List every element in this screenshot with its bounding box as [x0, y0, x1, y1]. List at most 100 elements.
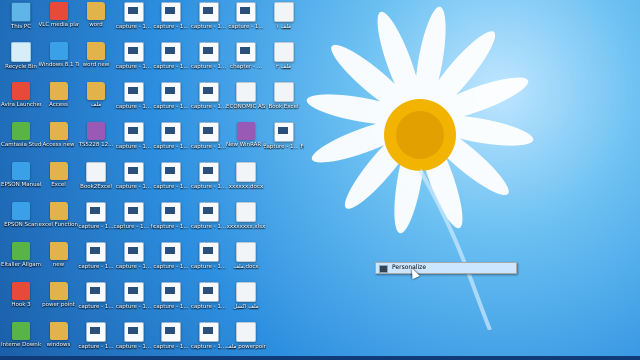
desktop-icon[interactable]: capture - 1... — [114, 242, 154, 270]
desktop-icon[interactable]: capture - 1... — [189, 322, 229, 350]
desktop-icon[interactable]: New WinRAR archive — [226, 122, 266, 148]
desktop-icon[interactable]: capture - 1... — [189, 2, 229, 30]
desktop-icon[interactable]: chapter - ... — [226, 42, 266, 70]
desktop-icon-label: capture - 1... — [153, 304, 189, 310]
desktop-icon-label: ملف ۲ — [275, 64, 292, 70]
desktop-icon[interactable]: Eltaller Allgameslate — [1, 242, 41, 268]
desktop-icon[interactable]: xxxxxx.docx — [226, 162, 266, 190]
desktop-icon[interactable]: Avira Launcher — [1, 82, 41, 108]
desktop-icon[interactable]: Windows 8.1 Tools — [39, 42, 79, 68]
desktop-icon[interactable]: TS5228 12... — [76, 122, 116, 148]
desktop-icon[interactable]: ملف ۲ — [264, 42, 304, 70]
desktop-icon[interactable]: power point — [39, 282, 79, 308]
video-file-icon — [198, 282, 219, 302]
desktop-icon[interactable]: capture - 1... — [114, 162, 154, 190]
desktop-icon[interactable]: new — [39, 242, 79, 268]
desktop-icon[interactable]: capture - 1... — [76, 202, 116, 230]
desktop-icon[interactable]: EPSON Manuals — [1, 162, 41, 188]
desktop-icon-label: capture - 1... — [115, 144, 152, 150]
desktop-icon-label: Access — [49, 102, 68, 108]
document-icon — [236, 82, 256, 102]
desktop-icon-label: power point — [42, 302, 75, 308]
desktop-icon[interactable]: Excel — [39, 162, 79, 188]
app-icon — [49, 42, 68, 60]
desktop-icon[interactable]: capture - 1... — [114, 282, 154, 310]
desktop-icon[interactable]: capture - 1... — [76, 322, 116, 350]
desktop-icon[interactable]: This PC — [1, 2, 41, 30]
computer-icon — [11, 2, 31, 22]
desktop[interactable]: This PC VLC media player word capture - 1..… — [0, 0, 640, 360]
desktop-icon[interactable]: capture - 1... — [151, 2, 191, 30]
desktop-icon[interactable]: capture - 1... Function — [264, 122, 304, 150]
video-file-icon — [86, 202, 106, 222]
desktop-icon-label: capture - 1... function — [113, 224, 154, 230]
desktop-icon[interactable]: Access new — [39, 122, 79, 148]
video-file-icon — [161, 282, 181, 302]
desktop-icon[interactable]: xxxxxxxx.xlsx — [226, 202, 266, 230]
desktop-icon[interactable]: Hook 3 — [1, 282, 41, 308]
desktop-icon[interactable]: Camtasia Studio 8 — [1, 122, 41, 148]
desktop-icon[interactable]: ملف powerpoint — [226, 322, 266, 350]
desktop-icon[interactable]: Book Excel — [264, 82, 304, 110]
menu-item-personalize[interactable]: Personalize — [376, 263, 516, 273]
desktop-icons: This PC VLC media player word capture - 1..… — [0, 0, 304, 356]
desktop-icon-label: capture - 1... — [115, 184, 152, 190]
desktop-icon[interactable]: Access — [39, 82, 79, 108]
video-file-icon — [198, 2, 219, 22]
desktop-icon[interactable]: ملف — [76, 82, 116, 108]
desktop-icon[interactable]: capture - 1... — [76, 242, 116, 270]
desktop-icon[interactable]: capture - 1... — [189, 202, 229, 230]
desktop-icon-label: Book Excel — [268, 104, 299, 110]
desktop-icon[interactable]: capture - 1... — [114, 42, 154, 70]
desktop-icon[interactable]: capture - 1... — [76, 282, 116, 310]
desktop-icon-label: capture - 1... — [78, 224, 114, 230]
app-icon — [87, 122, 105, 140]
desktop-icon[interactable]: capture - 1... — [226, 2, 266, 30]
desktop-icon[interactable]: capture - 1... — [151, 242, 191, 270]
desktop-icon[interactable]: ملف اکسل — [226, 282, 266, 310]
desktop-icon[interactable]: capture - 1... — [114, 82, 154, 110]
desktop-icon[interactable]: ملف ۱ — [264, 2, 304, 30]
app-icon — [237, 122, 255, 140]
desktop-icon[interactable]: capture - 1... — [189, 162, 229, 190]
app-icon — [12, 122, 30, 140]
desktop-icon-label: ملف — [90, 102, 102, 108]
desktop-icon[interactable]: VLC media player — [39, 2, 79, 28]
desktop-icon[interactable]: capture - 1... — [189, 282, 229, 310]
desktop-icon[interactable]: capture - 1... — [151, 42, 191, 70]
desktop-icon[interactable]: capture - 1... — [114, 122, 154, 150]
desktop-icon[interactable]: Inteme Download — [1, 322, 41, 348]
desktop-icon[interactable]: capture - 1... — [114, 2, 154, 30]
desktop-icon[interactable]: capture - 1... — [189, 42, 229, 70]
folder-icon — [49, 322, 68, 340]
desktop-icon[interactable]: capture - 1... — [189, 242, 229, 270]
desktop-icon[interactable]: windows — [39, 322, 79, 348]
desktop-icon[interactable]: capture - 1... — [151, 282, 191, 310]
desktop-icon-label: Camtasia Studio 8 — [1, 142, 41, 148]
desktop-icon[interactable]: EPSON Scan — [1, 202, 41, 228]
desktop-icon[interactable]: ملف.docx — [226, 242, 266, 270]
desktop-icon[interactable]: capture - 1... — [114, 322, 154, 350]
desktop-icon[interactable]: capture - 1... — [151, 202, 191, 230]
desktop-icon-label: Excel — [51, 182, 66, 188]
desktop-icon-label: Access new — [42, 142, 75, 148]
desktop-icon[interactable]: capture - 1... — [151, 82, 191, 110]
desktop-icon-label: capture - 1... — [153, 144, 189, 150]
desktop-icon[interactable]: capture - 1... — [189, 122, 229, 150]
desktop-icon[interactable]: capture - 1... function — [114, 202, 154, 230]
video-file-icon — [86, 242, 106, 262]
desktop-icon[interactable]: Recycle Bin — [1, 42, 41, 70]
desktop-icon[interactable]: ECONOMIC ASSISTANT — [226, 82, 266, 110]
desktop-icon[interactable]: Book2Excel — [76, 162, 116, 190]
desktop-icon[interactable]: excel Function new — [39, 202, 79, 228]
desktop-icon[interactable]: capture - 1... — [151, 322, 191, 350]
desktop-icon-label: word new — [82, 62, 110, 68]
desktop-icon[interactable]: capture - 1... — [189, 82, 229, 110]
desktop-icon[interactable]: word new — [76, 42, 116, 68]
taskbar[interactable] — [0, 356, 640, 360]
desktop-icon[interactable]: capture - 1... — [151, 162, 191, 190]
video-file-icon — [198, 202, 219, 222]
desktop-icon[interactable]: capture - 1... — [151, 122, 191, 150]
desktop-icon-label: capture - 1... — [153, 104, 189, 110]
desktop-icon[interactable]: word — [76, 2, 116, 28]
